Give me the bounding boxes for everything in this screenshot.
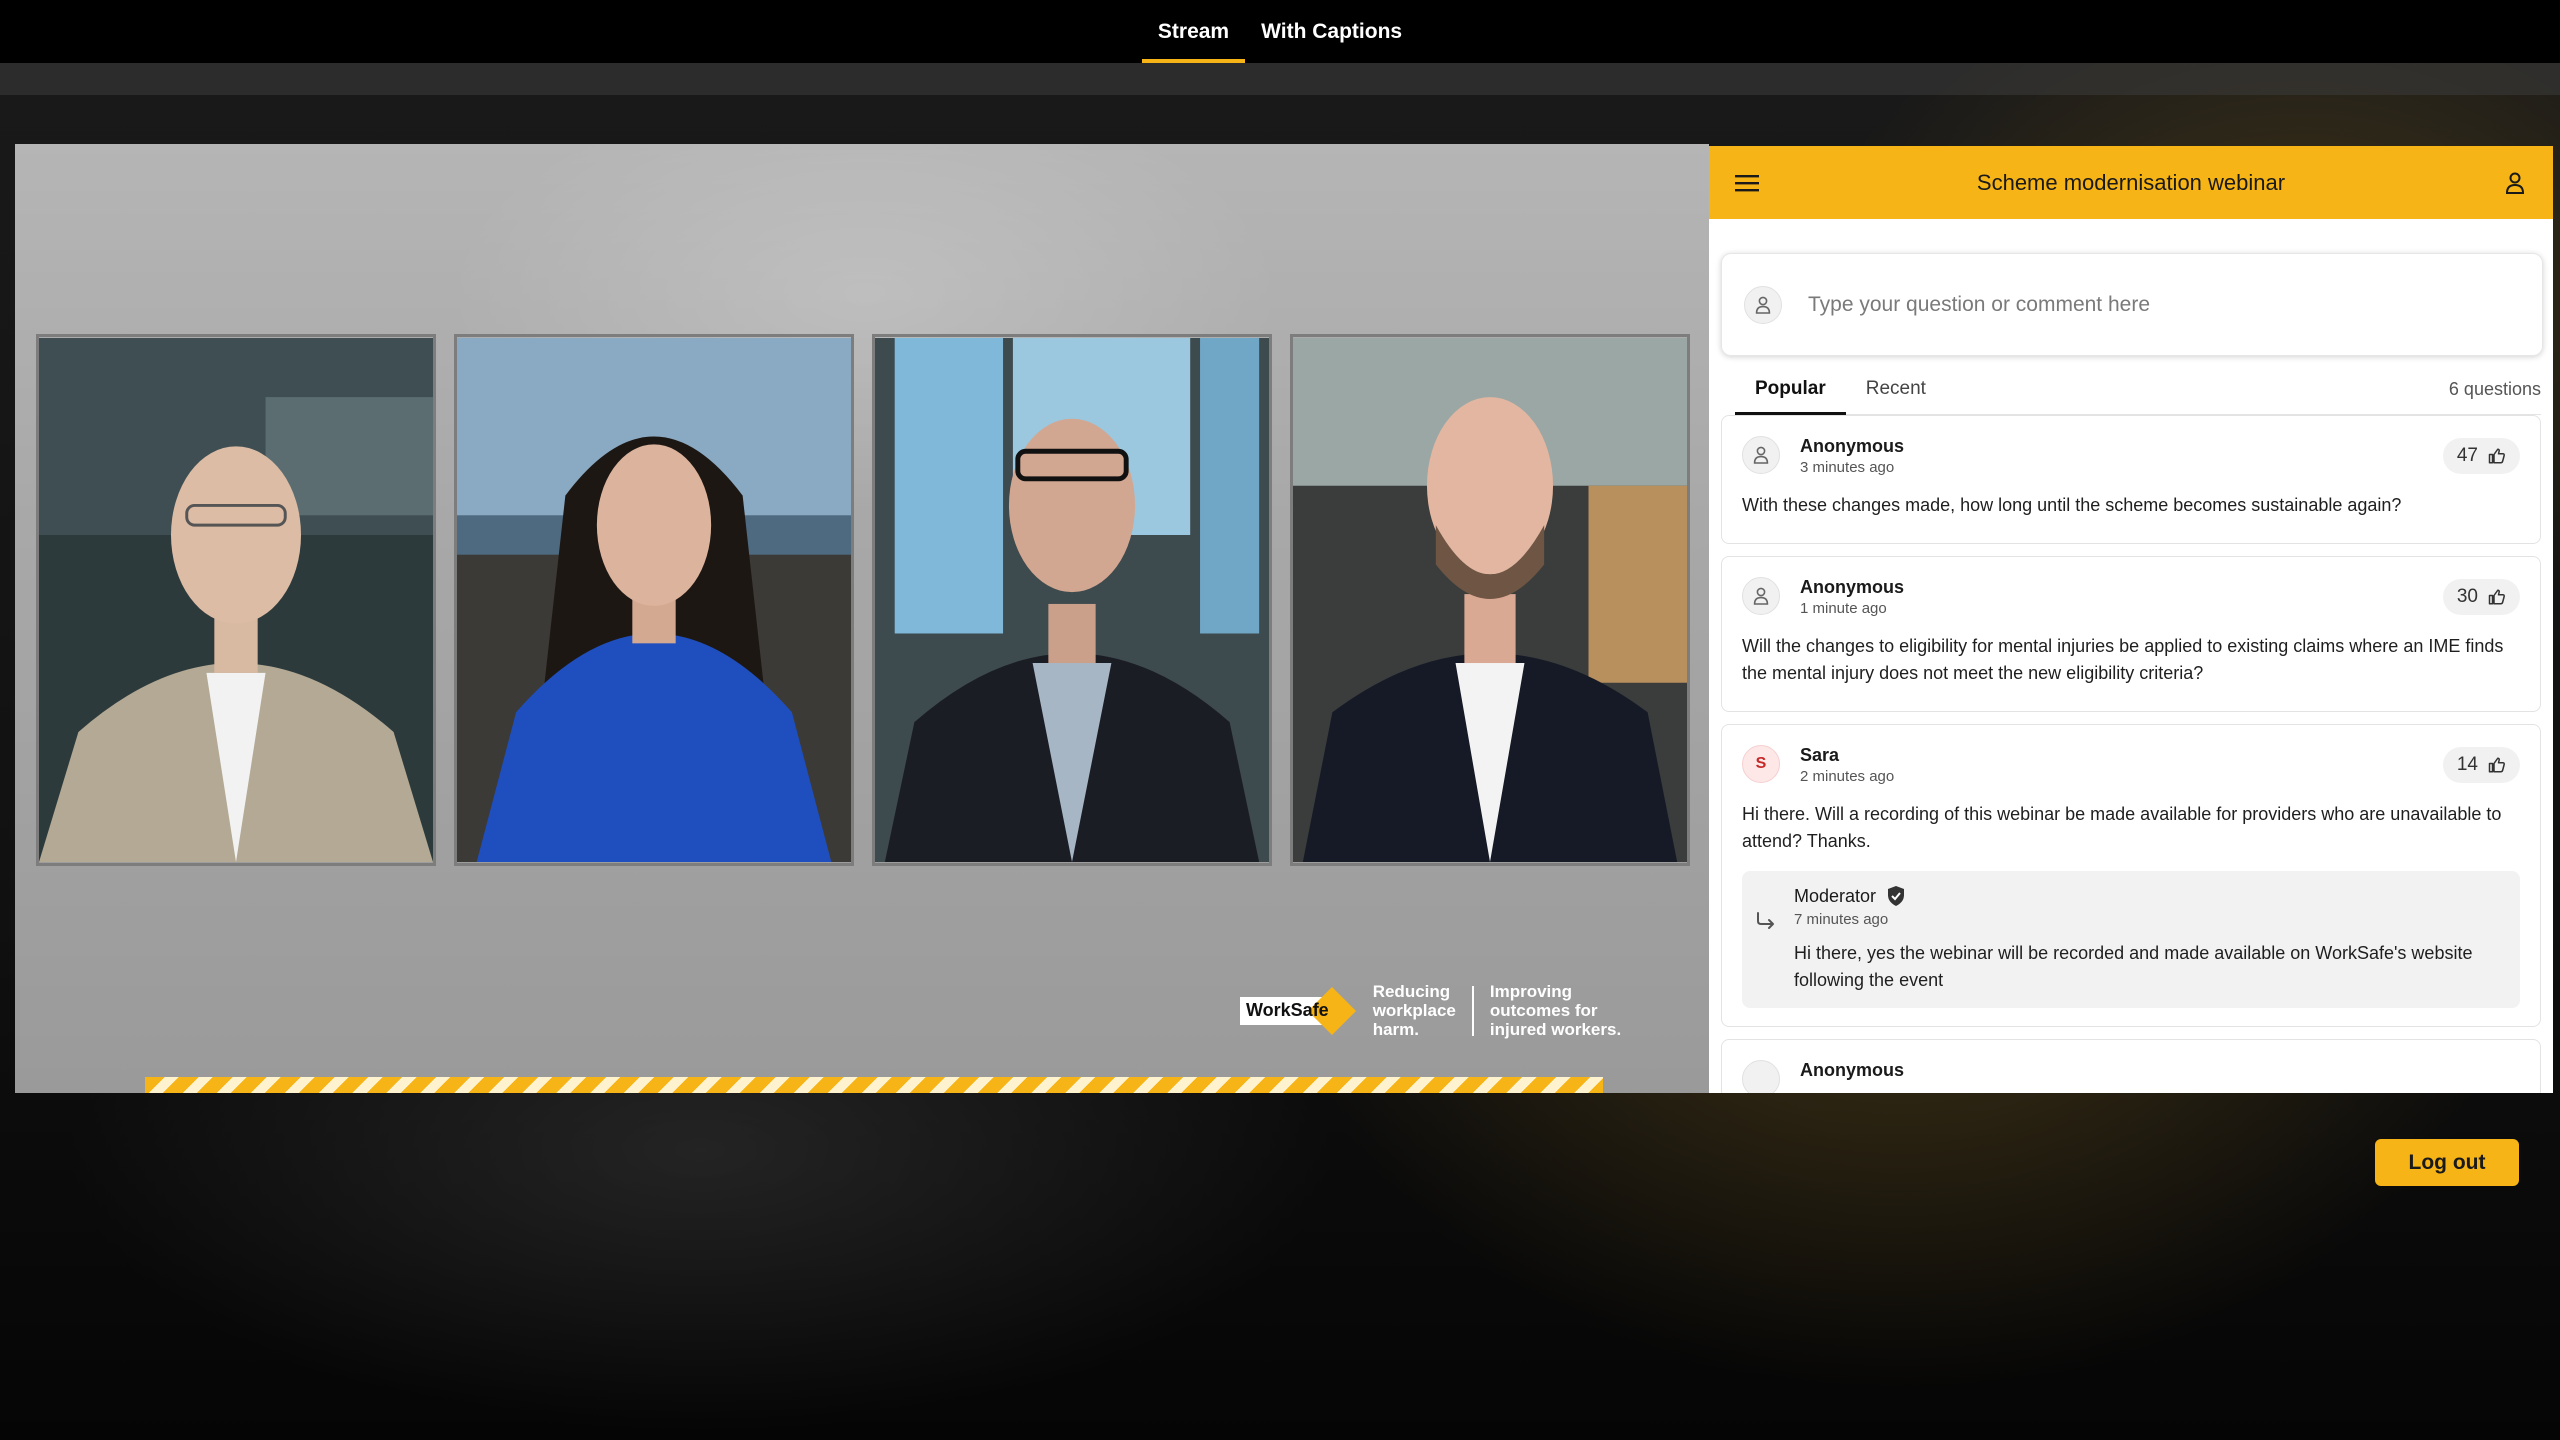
question-sort-tabs: Popular Recent 6 questions: [1735, 364, 2541, 415]
question-text: Will the changes to eligibility for ment…: [1742, 636, 2504, 683]
hazard-stripe: [145, 1077, 1603, 1093]
question-author: Anonymous: [1800, 577, 1905, 597]
reply-text: Hi there, yes the webinar will be record…: [1794, 943, 2473, 990]
slogan-divider: [1471, 985, 1474, 1036]
vote-count: 47: [2456, 445, 2478, 466]
reply-arrow-icon: [1757, 912, 1774, 929]
participant-tile-3: [872, 334, 1272, 866]
question-author: Sara: [1800, 745, 1840, 765]
question-time: 3 minutes ago: [1800, 459, 1895, 476]
verified-badge-icon: [1888, 886, 1905, 906]
question-time: 1 minute ago: [1800, 600, 1887, 617]
worksafe-branding: WorkSafe Reducing workplace harm. Improv…: [1240, 982, 1621, 1039]
upvote-button[interactable]: 47: [2442, 438, 2520, 474]
question-card: Anonymous: [1721, 1039, 2541, 1093]
worksafe-logo: WorkSafe: [1240, 986, 1356, 1035]
reply-author: Moderator: [1794, 885, 1877, 906]
user-icon[interactable]: [2501, 169, 2529, 197]
tab-recent[interactable]: Recent: [1846, 364, 1946, 414]
video-player[interactable]: WorkSafe Reducing workplace harm. Improv…: [15, 144, 1709, 1093]
question-text: Hi there. Will a recording of this webin…: [1742, 804, 2502, 851]
question-text: With these changes made, how long until …: [1742, 495, 2402, 515]
speaker-1-video: [39, 337, 433, 863]
top-nav: Stream With Captions: [0, 0, 2560, 63]
question-card: Anonymous 3 minutes ago 47 With these ch…: [1721, 415, 2541, 544]
question-card: Anonymous 1 minute ago 30 Will the chang…: [1721, 556, 2541, 712]
question-input[interactable]: [1806, 291, 2520, 318]
tab-popular[interactable]: Popular: [1735, 364, 1846, 415]
vote-count: 30: [2456, 586, 2478, 607]
question-card: S Sara 2 minutes ago 14 Hi there. Will a…: [1721, 724, 2541, 1027]
anonymous-avatar-icon: [1742, 436, 1780, 474]
participant-tile-4: [1290, 334, 1690, 866]
question-composer: [1721, 253, 2543, 356]
tab-with-captions[interactable]: With Captions: [1245, 0, 1418, 63]
nav-shadow-strip: [0, 63, 2560, 95]
slogan-reducing-harm: Reducing workplace harm.: [1372, 982, 1456, 1039]
panel-header: Scheme modernisation webinar: [1709, 146, 2553, 219]
question-count: 6 questions: [2448, 378, 2541, 399]
upvote-button[interactable]: 30: [2442, 579, 2520, 615]
speaker-3-video: [875, 337, 1269, 863]
anonymous-avatar-icon: [1742, 1060, 1780, 1093]
speaker-2-video: [457, 337, 851, 863]
question-author: Anonymous: [1800, 1060, 1905, 1080]
vote-count: 14: [2456, 754, 2478, 775]
reply-time: 7 minutes ago: [1794, 911, 1889, 928]
anonymous-avatar-icon: [1742, 577, 1780, 615]
participant-tile-2: [454, 334, 854, 866]
upvote-button[interactable]: 14: [2442, 747, 2520, 783]
slogan-improving-outcomes: Improving outcomes for injured workers.: [1489, 982, 1622, 1039]
thumbs-up-icon: [2488, 757, 2505, 773]
speaker-4-video: [1293, 337, 1687, 863]
sara-avatar: S: [1742, 745, 1780, 783]
moderator-reply: Moderator 7 minutes ago Hi there, yes th…: [1742, 871, 2520, 1008]
tab-stream[interactable]: Stream: [1141, 0, 1246, 63]
thumbs-up-icon: [2488, 589, 2505, 605]
question-author: Anonymous: [1800, 436, 1905, 456]
question-time: 2 minutes ago: [1800, 768, 1895, 785]
qa-panel: Scheme modernisation webinar Popular Rec…: [1709, 146, 2553, 1093]
panel-title: Scheme modernisation webinar: [1976, 169, 2286, 195]
hamburger-menu-icon[interactable]: [1733, 169, 1761, 197]
thumbs-up-icon: [2488, 448, 2505, 464]
participant-tile-1: [36, 334, 436, 866]
logout-button[interactable]: Log out: [2375, 1139, 2519, 1186]
user-avatar-icon: [1744, 285, 1782, 324]
